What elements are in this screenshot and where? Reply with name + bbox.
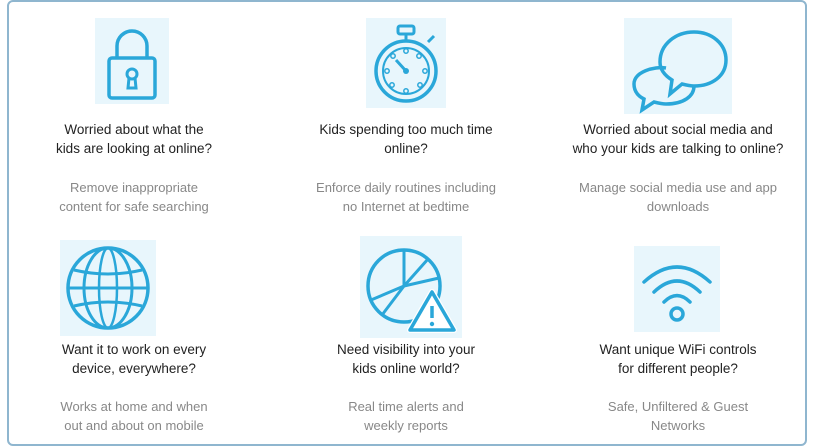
feature-title: Need visibility into your kids online wo… bbox=[276, 340, 536, 378]
feature-description: Real time alerts and weekly reports bbox=[276, 397, 536, 435]
feature-title: Want unique WiFi controls for different … bbox=[548, 340, 808, 378]
feature-description-line: Networks bbox=[650, 418, 706, 433]
feature-title-line: device, everywhere? bbox=[72, 361, 196, 376]
feature-grid: Worried about what the kids are looking … bbox=[0, 0, 814, 448]
feature-title: Worried about what the kids are looking … bbox=[4, 120, 264, 158]
globe-icon bbox=[60, 240, 156, 336]
feature-description: Remove inappropriate content for safe se… bbox=[4, 178, 264, 216]
feature-description-line: Enforce daily routines including bbox=[316, 180, 496, 195]
feature-title: Want it to work on every device, everywh… bbox=[4, 340, 264, 378]
feature-title-line: who your kids are talking to online? bbox=[572, 141, 784, 156]
feature-description-line: Remove inappropriate bbox=[70, 180, 198, 195]
stopwatch-icon bbox=[366, 18, 446, 108]
feature-title-line: Want it to work on every bbox=[61, 342, 207, 357]
chat-bubbles-icon bbox=[624, 18, 732, 114]
feature-title: Worried about social media and who your … bbox=[548, 120, 808, 158]
feature-description-line: Manage social media use and app bbox=[578, 180, 778, 195]
feature-title: Kids spending too much time online? bbox=[276, 120, 536, 158]
feature-description-line: out and about on mobile bbox=[64, 418, 204, 433]
feature-description: Enforce daily routines including no Inte… bbox=[276, 178, 536, 216]
feature-title-line: kids are looking at online? bbox=[55, 141, 213, 156]
feature-title-line: kids online world? bbox=[352, 361, 460, 376]
feature-description-line: downloads bbox=[646, 199, 710, 214]
feature-description-line: Real time alerts and bbox=[348, 399, 464, 414]
feature-description-line: no Internet at bedtime bbox=[342, 199, 470, 214]
pie-chart-warning-icon bbox=[360, 236, 462, 338]
feature-description-line: content for safe searching bbox=[59, 199, 209, 214]
feature-description: Works at home and when out and about on … bbox=[4, 397, 264, 435]
feature-title-line: for different people? bbox=[618, 361, 738, 376]
lock-icon bbox=[95, 18, 169, 104]
feature-title-line: Want unique WiFi controls bbox=[599, 342, 757, 357]
wifi-icon bbox=[634, 246, 720, 332]
feature-title-line: Kids spending too much time bbox=[319, 122, 493, 137]
feature-title-line: Worried about what the bbox=[64, 122, 204, 137]
feature-title-line: online? bbox=[384, 141, 428, 156]
feature-description: Safe, Unfiltered & Guest Networks bbox=[548, 397, 808, 435]
feature-description-line: Works at home and when bbox=[60, 399, 208, 414]
feature-description-line: Safe, Unfiltered & Guest bbox=[607, 399, 749, 414]
feature-title-line: Worried about social media and bbox=[583, 122, 773, 137]
feature-description: Manage social media use and app download… bbox=[548, 178, 808, 216]
feature-title-line: Need visibility into your bbox=[336, 342, 476, 357]
feature-description-line: weekly reports bbox=[364, 418, 448, 433]
